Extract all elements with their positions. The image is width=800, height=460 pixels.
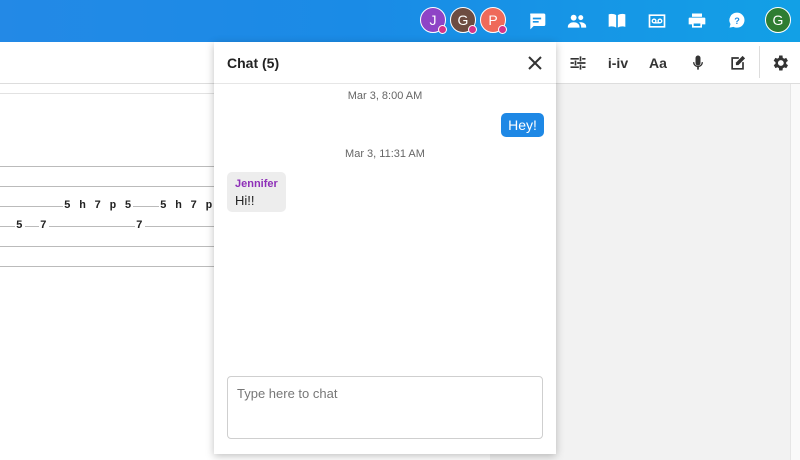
chat-panel: Chat (5) Mar 3, 8:00 AM Hey! Mar 3, 11:3… [214, 42, 556, 454]
tab-string-line [0, 266, 214, 267]
top-bar: J G P ? G [0, 0, 800, 42]
presence-dot [468, 25, 477, 34]
tab-string-line [0, 186, 214, 187]
presence-dot [498, 25, 507, 34]
right-pane [556, 84, 790, 460]
people-icon[interactable] [565, 9, 589, 33]
font-size-button[interactable]: Aa [645, 51, 671, 75]
tab-string-line [0, 166, 214, 167]
chord-button[interactable]: i-iv [603, 51, 633, 75]
message-timestamp: Mar 3, 8:00 AM [347, 90, 423, 102]
incoming-message: Jennifer Hi!! [227, 172, 286, 212]
avatar-j[interactable]: J [420, 7, 447, 34]
book-icon[interactable] [605, 9, 629, 33]
user-avatar[interactable]: G [765, 7, 791, 33]
message-text: Hi!! [235, 193, 255, 208]
tab-string-line [0, 226, 214, 227]
close-icon[interactable] [526, 54, 544, 72]
sheet-divider [0, 93, 214, 94]
help-icon[interactable]: ? [725, 9, 749, 33]
message-timestamp: Mar 3, 11:31 AM [345, 148, 425, 160]
avatar-initial: G [457, 12, 469, 28]
scrollbar[interactable] [790, 84, 800, 460]
chat-title: Chat (5) [227, 55, 280, 71]
toolbar-divider [759, 46, 760, 78]
avatar-initial: J [429, 12, 437, 28]
mic-icon[interactable] [686, 51, 710, 75]
message-sender: Jennifer [235, 178, 278, 190]
print-icon[interactable] [685, 9, 709, 33]
sliders-icon[interactable] [566, 51, 590, 75]
chat-icon[interactable] [525, 9, 549, 33]
tab-notes: 5 h 7 p 5 [63, 200, 134, 212]
avatar-g[interactable]: G [450, 7, 477, 34]
tab-string-line [0, 246, 214, 247]
svg-text:?: ? [734, 16, 740, 26]
avatar-p[interactable]: P [480, 7, 507, 34]
chat-header: Chat (5) [214, 42, 556, 84]
tab-note: 5 [15, 220, 25, 232]
avatar-initial: G [772, 12, 784, 28]
tab-note: 7 [39, 220, 49, 232]
tab-note: 7 [135, 220, 145, 232]
chat-input[interactable] [227, 376, 543, 439]
gear-icon[interactable] [768, 51, 792, 75]
avatar-initial: P [488, 12, 498, 28]
outgoing-message: Hey! [501, 113, 544, 137]
presence-dot [438, 25, 447, 34]
voicemail-icon[interactable] [645, 9, 669, 33]
edit-icon[interactable] [726, 51, 750, 75]
